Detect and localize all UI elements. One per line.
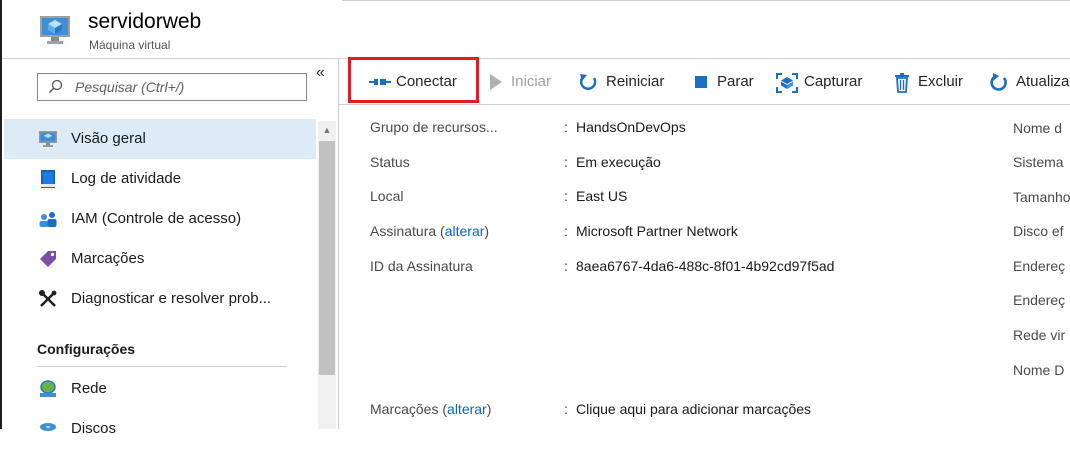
sidebar-item-label: IAM (Controle de acesso) (71, 210, 242, 227)
delete-button[interactable]: Excluir (894, 71, 974, 93)
start-label: Iniciar (511, 73, 552, 90)
refresh-icon (989, 73, 1009, 91)
panel-divider (338, 58, 339, 429)
right-property-key: Nome D (1013, 362, 1065, 378)
sidebar-item-activity-log[interactable]: Log de atividade (4, 159, 316, 199)
sidebar-item-network[interactable]: Rede (4, 369, 316, 409)
tag-icon (38, 249, 58, 269)
sidebar-item-label: Log de atividade (71, 170, 182, 187)
sidebar-item-label: Visão geral (71, 130, 146, 147)
sidebar-item-label: Rede (71, 380, 107, 397)
key-suffix: ) (486, 401, 492, 417)
stop-button[interactable]: Parar (694, 71, 764, 93)
colon: : (564, 223, 568, 239)
trash-icon (894, 73, 914, 93)
sidebar-item-disks[interactable]: Discos (4, 409, 316, 449)
sidebar: Pesquisar (Ctrl+/) « Visão geral Log de … (2, 59, 339, 437)
stop-label: Parar (717, 73, 754, 90)
colon: : (564, 401, 568, 417)
section-divider (37, 366, 287, 367)
capture-button[interactable]: Capturar (776, 71, 871, 93)
property-key-tags: Marcações (alterar) (370, 401, 491, 417)
key-prefix: Assinatura ( (370, 223, 445, 239)
right-property-key: Sistema (1013, 154, 1064, 170)
wrench-icon (38, 289, 58, 309)
change-tags-link[interactable]: alterar (447, 401, 487, 417)
section-title-configuracoes: Configurações (37, 341, 136, 357)
page-subtitle: Máquina virtual (89, 38, 171, 52)
network-icon (38, 379, 58, 399)
monitor-icon (38, 129, 58, 149)
sidebar-item-label: Marcações (71, 250, 145, 267)
scroll-up-arrow-icon[interactable]: ▲ (318, 125, 336, 135)
search-icon (48, 79, 64, 95)
sidebar-item-iam[interactable]: IAM (Controle de acesso) (4, 199, 316, 239)
property-key-subscription-id: ID da Assinatura (370, 258, 473, 274)
subscription-id-value: 8aea6767-4da6-488c-8f01-4b92cd97f5ad (576, 258, 835, 274)
users-icon (38, 209, 58, 229)
right-property-key: Nome d (1013, 120, 1063, 136)
right-property-key: Disco ef (1013, 223, 1064, 239)
blade-header: servidorweb Máquina virtual (2, 0, 1070, 59)
restart-label: Reiniciar (606, 73, 665, 90)
sidebar-item-label: Diagnosticar e resolver prob... (71, 290, 272, 307)
restart-icon (579, 73, 599, 91)
colon: : (564, 258, 568, 274)
colon: : (564, 154, 568, 170)
delete-label: Excluir (918, 73, 964, 90)
property-key-status: Status (370, 154, 410, 170)
status-value: Em execução (576, 154, 661, 170)
right-property-key: Rede vir (1013, 327, 1066, 343)
log-book-icon (38, 169, 58, 189)
search-placeholder: Pesquisar (Ctrl+/) (75, 79, 185, 95)
sidebar-item-diagnose[interactable]: Diagnosticar e resolver prob... (4, 279, 316, 319)
key-suffix: ) (484, 223, 490, 239)
capture-icon (776, 73, 798, 93)
start-button[interactable]: Iniciar (488, 71, 558, 93)
right-property-key: Endereç (1013, 258, 1066, 274)
play-icon (488, 73, 508, 91)
page-title: servidorweb (88, 10, 202, 33)
capture-label: Capturar (804, 73, 863, 90)
virtual-machine-icon (38, 13, 72, 47)
change-subscription-link[interactable]: alterar (445, 223, 485, 239)
scroll-thumb[interactable] (319, 141, 335, 375)
stop-icon (694, 73, 714, 91)
property-key-subscription: Assinatura (alterar) (370, 223, 489, 239)
location-value: East US (576, 188, 628, 204)
sidebar-scrollbar[interactable]: ▲ (318, 121, 336, 429)
refresh-label: Atualizar (1016, 73, 1070, 90)
top-divider (342, 0, 1070, 1)
right-property-key: Tamanho (1013, 189, 1070, 205)
property-key-resource-group: Grupo de recursos... (370, 119, 498, 135)
restart-button[interactable]: Reiniciar (579, 71, 669, 93)
key-prefix: Marcações ( (370, 401, 448, 417)
resource-group-link[interactable]: HandsOnDevOps (576, 119, 686, 135)
colon: : (564, 119, 568, 135)
collapse-sidebar-button[interactable]: « (316, 64, 325, 82)
sidebar-item-tags[interactable]: Marcações (4, 239, 316, 279)
search-input[interactable]: Pesquisar (Ctrl+/) (37, 73, 307, 101)
right-property-key: Endereç (1013, 292, 1066, 308)
refresh-button[interactable]: Atualizar (989, 71, 1070, 93)
connect-highlight-box (348, 57, 479, 103)
disk-icon (38, 419, 58, 439)
colon: : (564, 188, 568, 204)
sidebar-item-overview[interactable]: Visão geral (4, 119, 316, 159)
subscription-link[interactable]: Microsoft Partner Network (576, 223, 738, 239)
add-tags-link[interactable]: Clique aqui para adicionar marcações (576, 401, 811, 417)
property-key-location: Local (370, 188, 404, 204)
